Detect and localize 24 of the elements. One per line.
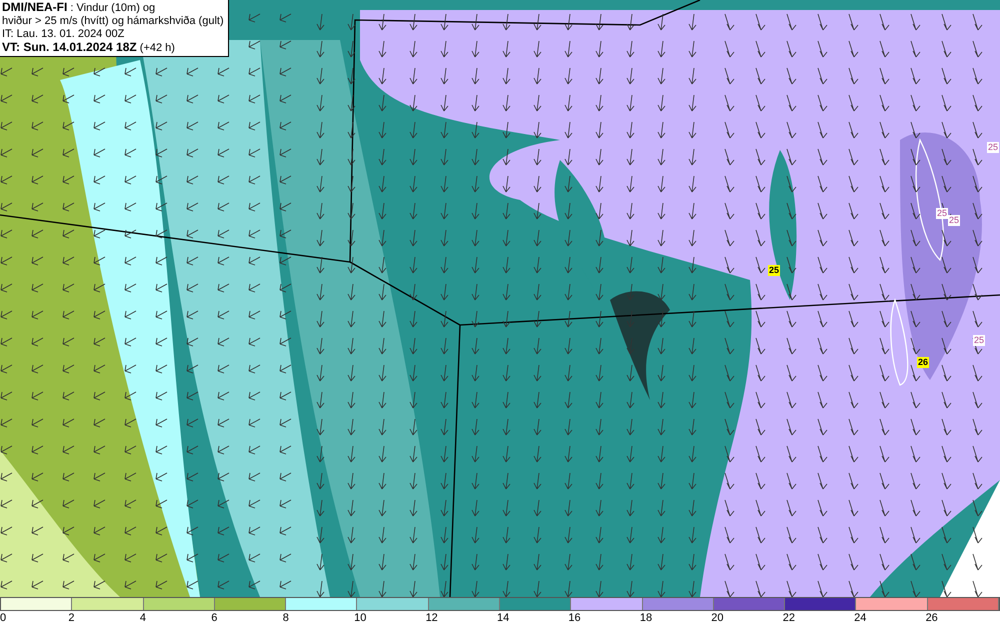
contour-label: 25: [768, 265, 780, 276]
legend-tick-label: 6: [211, 611, 218, 626]
contour-label: 25: [948, 215, 960, 226]
subtitle-text: hviður > 25 m/s (hvítt) og hámarkshviða (gult): [2, 15, 224, 28]
contour-label: 25: [973, 335, 986, 346]
legend-tick-label: 8: [282, 611, 289, 626]
legend-tick-label: 4: [140, 611, 146, 626]
contour-label: 25: [987, 142, 1000, 153]
issue-time-text: IT: Lau. 13. 01. 2024 00Z: [2, 28, 126, 41]
legend-tick-label: 22: [782, 611, 795, 626]
legend-tick-label: 10: [354, 611, 366, 626]
legend-tick-label: 16: [568, 611, 581, 626]
contour-label: 26: [917, 357, 930, 368]
title-text: DMI/NEA-FI : Vindur (10m) og: [2, 1, 156, 15]
legend-tick-label: 24: [854, 611, 866, 626]
legend-tick-label: 14: [497, 611, 510, 626]
legend-tick-label: 12: [426, 611, 438, 626]
legend-tick-label: 2: [68, 611, 75, 626]
legend-tick-label: 26: [926, 611, 938, 626]
legend-tick-label: 18: [640, 611, 652, 626]
legend-tick-label: 20: [711, 611, 724, 626]
legend-tick-label: 0: [0, 611, 6, 626]
contour-label: 25: [936, 208, 948, 219]
valid-time-text: VT: Sun. 14.01.2024 18Z (+42 h): [2, 41, 176, 55]
